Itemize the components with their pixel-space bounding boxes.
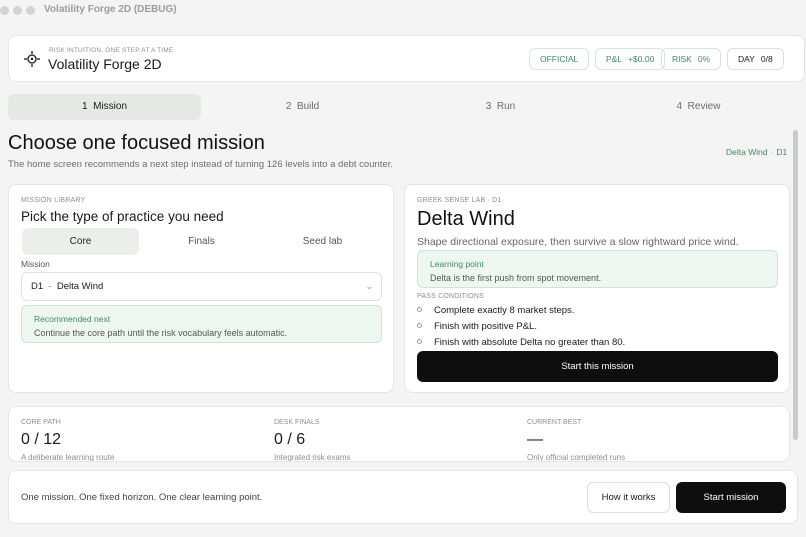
pnl-badge-value: +$0.00: [628, 54, 655, 64]
window-close-button[interactable]: [0, 6, 9, 15]
step-review[interactable]: 4 Review: [602, 94, 795, 120]
stat-current-best-sub: Only official completed runs: [527, 453, 626, 462]
ring-bullet-icon: [417, 323, 422, 328]
recommended-body: Continue the core path until the risk vo…: [34, 328, 288, 338]
start-this-mission-button[interactable]: Start this mission: [417, 351, 778, 382]
library-title: Pick the type of practice you need: [21, 209, 224, 224]
stat-current-best-label: CURRENT BEST: [527, 419, 582, 426]
stat-desk-finals-label: DESK FINALS: [274, 419, 320, 426]
how-it-works-button[interactable]: How it works: [587, 482, 670, 513]
step-number: 4: [676, 101, 683, 112]
step-number: 1: [81, 101, 88, 112]
step-label: Build: [296, 101, 320, 112]
tab-finals[interactable]: Finals: [143, 228, 260, 255]
window-titlebar: Volatility Forge 2D (DEBUG): [0, 0, 806, 20]
step-number: 3: [485, 101, 492, 112]
pass-condition-text: Finish with positive P&L.: [434, 321, 537, 332]
step-build[interactable]: 2 Build: [206, 94, 399, 120]
breadcrumb-mission: Delta Wind: [726, 147, 768, 157]
mission-select[interactable]: D1 · Delta Wind ⌄: [21, 272, 382, 301]
crosshair-icon: [24, 51, 40, 67]
step-label: Review: [687, 101, 721, 112]
pass-condition-text: Finish with absolute Delta no greater th…: [434, 337, 626, 348]
progress-stats-card: CORE PATH 0 / 12 A deliberate learning r…: [8, 406, 790, 462]
tab-seed-lab[interactable]: Seed lab: [264, 228, 381, 255]
chevron-down-icon: ⌄: [365, 281, 373, 291]
pass-condition: Finish with positive P&L.: [417, 321, 537, 332]
ring-bullet-icon: [417, 307, 422, 312]
day-badge: DAY 0/8: [727, 48, 784, 70]
window-zoom-button[interactable]: [26, 6, 35, 15]
learning-point-note: Learning point Delta is the first push f…: [417, 250, 778, 288]
recommended-note: Recommended next Continue the core path …: [21, 305, 382, 343]
mission-select-value: D1 · Delta Wind: [31, 281, 104, 292]
risk-badge-value: 0%: [697, 54, 711, 64]
recommended-title: Recommended next: [34, 314, 111, 324]
footer-action-bar: One mission. One fixed horizon. One clea…: [8, 470, 798, 524]
window-minimize-button[interactable]: [13, 6, 22, 15]
pnl-badge: P&L +$0.00: [595, 48, 666, 70]
pass-condition-text: Complete exactly 8 market steps.: [434, 305, 575, 316]
step-label: Mission: [93, 101, 128, 112]
step-label: Run: [496, 101, 516, 112]
step-mission[interactable]: 1 Mission: [8, 94, 201, 120]
stat-core-path-label: CORE PATH: [21, 419, 61, 426]
ring-bullet-icon: [417, 339, 422, 344]
day-badge-value: 0/8: [760, 54, 773, 64]
mission-library-card: MISSION LIBRARY Pick the type of practic…: [8, 184, 394, 393]
mission-description: Shape directional exposure, then survive…: [417, 236, 739, 248]
stat-core-path-sub: A deliberate learning route: [21, 453, 115, 462]
page-scrollbar[interactable]: [793, 130, 798, 440]
learning-point-body: Delta is the first push from spot moveme…: [430, 273, 602, 283]
mission-title: Delta Wind: [417, 208, 515, 230]
start-mission-button[interactable]: Start mission: [676, 482, 786, 513]
stat-current-best-value: —: [527, 431, 543, 448]
stat-desk-finals-sub: Integrated risk exams: [274, 453, 351, 462]
footer-tagline: One mission. One fixed horizon. One clea…: [21, 492, 263, 503]
breadcrumb-code: D1: [776, 147, 788, 157]
stat-desk-finals-value: 0 / 6: [274, 431, 306, 448]
page-subtitle: The home screen recommends a next step i…: [8, 159, 393, 170]
page-title: Choose one focused mission: [8, 132, 265, 154]
pass-condition: Finish with absolute Delta no greater th…: [417, 337, 625, 348]
day-badge-label: DAY: [738, 54, 755, 64]
official-badge-label: OFFICIAL: [540, 54, 579, 64]
breadcrumb-separator: ·: [770, 147, 774, 157]
tab-core[interactable]: Core: [22, 228, 139, 255]
step-run[interactable]: 3 Run: [404, 94, 597, 120]
detail-kicker: GREEK SENSE LAB · D1: [417, 197, 502, 204]
step-number: 2: [285, 101, 292, 112]
library-kicker: MISSION LIBRARY: [21, 197, 86, 204]
app-tagline: RISK INTUITION, ONE STEP AT A TIME: [49, 47, 174, 54]
official-badge: OFFICIAL: [529, 48, 590, 70]
pass-condition: Complete exactly 8 market steps.: [417, 305, 574, 316]
wizard-stepper: 1 Mission 2 Build 3 Run 4 Review: [8, 94, 798, 120]
mission-detail-card: GREEK SENSE LAB · D1 Delta Wind Shape di…: [404, 184, 790, 393]
mission-field-label: Mission: [21, 259, 50, 269]
learning-point-title: Learning point: [430, 259, 484, 269]
window-title: Volatility Forge 2D (DEBUG): [44, 4, 177, 15]
risk-badge: RISK 0%: [661, 48, 722, 70]
risk-badge-label: RISK: [672, 54, 692, 64]
breadcrumb: Delta Wind · D1: [726, 147, 787, 157]
app-name: Volatility Forge 2D: [48, 56, 162, 72]
stat-core-path-value: 0 / 12: [21, 431, 62, 448]
pnl-badge-label: P&L: [606, 54, 623, 64]
pass-conditions-kicker: PASS CONDITIONS: [417, 293, 485, 300]
app-header: RISK INTUITION, ONE STEP AT A TIME Volat…: [8, 35, 805, 82]
